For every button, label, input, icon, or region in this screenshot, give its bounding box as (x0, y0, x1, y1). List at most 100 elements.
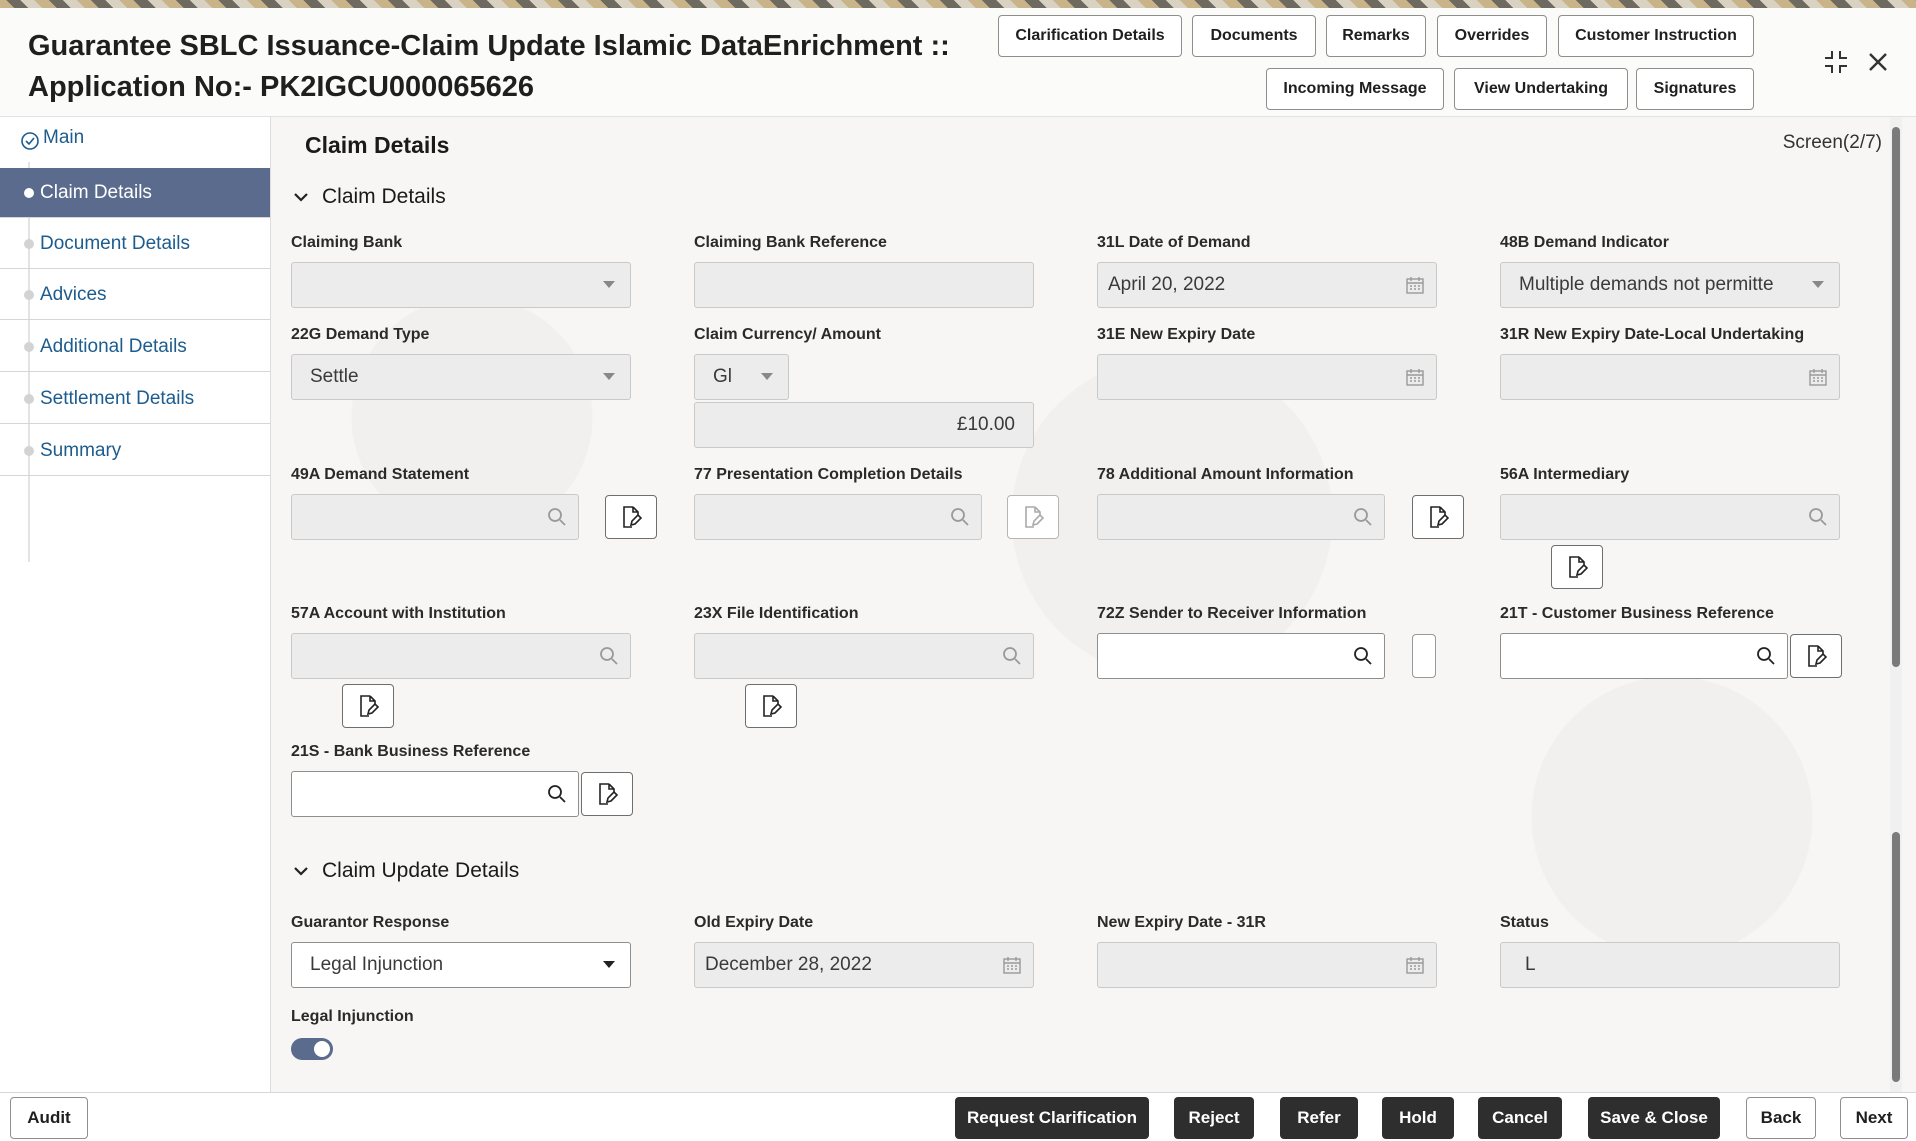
search-icon[interactable] (1807, 506, 1829, 528)
scrollbar-thumb-lower[interactable] (1892, 832, 1900, 1082)
caret-down-icon (598, 274, 620, 296)
field-value: April 20, 2022 (1108, 274, 1404, 296)
header: Guarantee SBLC Issuance-Claim Update Isl… (0, 8, 1916, 117)
overrides-button[interactable]: Overrides (1437, 15, 1547, 57)
new-expiry-date-31r-input[interactable] (1097, 942, 1437, 988)
caret-down-icon (598, 366, 620, 388)
edit-document-icon (1021, 505, 1045, 529)
old-expiry-date-input[interactable]: December 28, 2022 (694, 942, 1034, 988)
additional-amount-edit-button[interactable] (1412, 495, 1464, 539)
section-title: Claim Update Details (322, 859, 519, 883)
claiming-bank-reference-label: Claiming Bank Reference (694, 234, 887, 252)
calendar-icon[interactable] (1404, 366, 1426, 388)
refer-button[interactable]: Refer (1280, 1097, 1358, 1139)
calendar-icon[interactable] (1001, 954, 1023, 976)
claim-details-section-header[interactable]: Claim Details (292, 185, 446, 209)
scrollbar-thumb[interactable] (1892, 127, 1900, 667)
demand-statement-edit-button[interactable] (605, 495, 657, 539)
hold-button[interactable]: Hold (1382, 1097, 1454, 1139)
search-icon[interactable] (598, 645, 620, 667)
calendar-icon[interactable] (1404, 954, 1426, 976)
account-with-institution-edit-button[interactable] (342, 684, 394, 728)
claiming-bank-reference-input[interactable] (694, 262, 1034, 308)
search-icon[interactable] (1352, 506, 1374, 528)
search-icon[interactable] (1755, 645, 1777, 667)
search-icon[interactable] (546, 506, 568, 528)
search-icon[interactable] (546, 783, 568, 805)
step-dot (24, 290, 34, 300)
back-button[interactable]: Back (1746, 1097, 1816, 1139)
calendar-icon[interactable] (1807, 366, 1829, 388)
claim-update-details-section-header[interactable]: Claim Update Details (292, 859, 519, 883)
demand-type-select[interactable]: Settle (291, 354, 631, 400)
cancel-button[interactable]: Cancel (1478, 1097, 1562, 1139)
bank-business-ref-input[interactable] (291, 771, 579, 817)
guarantor-response-label: Guarantor Response (291, 914, 449, 932)
legal-injunction-toggle[interactable] (291, 1038, 333, 1060)
sender-to-receiver-input[interactable] (1097, 633, 1385, 679)
file-identification-edit-button[interactable] (745, 684, 797, 728)
customer-business-ref-input[interactable] (1500, 633, 1788, 679)
footer-action-bar: Audit Request Clarification Reject Refer… (0, 1092, 1916, 1141)
date-of-demand-label: 31L Date of Demand (1097, 234, 1251, 252)
intermediary-edit-button[interactable] (1551, 545, 1603, 589)
close-icon[interactable] (1864, 48, 1892, 76)
search-icon[interactable] (949, 506, 971, 528)
section-title: Claim Details (322, 185, 446, 209)
claiming-bank-select[interactable] (291, 262, 631, 308)
sidebar-item-additional-details[interactable]: Additional Details (0, 322, 270, 372)
sidebar-item-label: Claim Details (40, 182, 152, 204)
claiming-bank-label: Claiming Bank (291, 234, 402, 252)
intermediary-input[interactable] (1500, 494, 1840, 540)
edit-document-icon (1804, 644, 1828, 668)
signatures-button[interactable]: Signatures (1636, 68, 1754, 110)
claim-amount-input[interactable]: £10.00 (694, 402, 1034, 448)
demand-indicator-select[interactable]: Multiple demands not permitte (1500, 262, 1840, 308)
demand-statement-input[interactable] (291, 494, 579, 540)
sidebar-item-main[interactable]: Main (0, 117, 270, 167)
documents-button[interactable]: Documents (1192, 15, 1316, 57)
chevron-down-icon (292, 862, 310, 880)
additional-amount-input[interactable] (1097, 494, 1385, 540)
audit-button[interactable]: Audit (10, 1097, 88, 1139)
status-input[interactable]: L (1500, 942, 1840, 988)
incoming-message-button[interactable]: Incoming Message (1266, 68, 1444, 110)
top-decorative-band (0, 0, 1916, 8)
reject-button[interactable]: Reject (1174, 1097, 1254, 1139)
sender-to-receiver-edit-button[interactable] (1412, 634, 1436, 678)
step-dot (24, 342, 34, 352)
new-expiry-local-input[interactable] (1500, 354, 1840, 400)
request-clarification-button[interactable]: Request Clarification (955, 1097, 1149, 1139)
date-of-demand-input[interactable]: April 20, 2022 (1097, 262, 1437, 308)
search-icon[interactable] (1352, 645, 1374, 667)
new-expiry-date-input[interactable] (1097, 354, 1437, 400)
view-undertaking-button[interactable]: View Undertaking (1454, 68, 1628, 110)
edit-document-icon (759, 694, 783, 718)
calendar-icon[interactable] (1404, 274, 1426, 296)
claim-currency-select[interactable]: Gl (694, 354, 789, 400)
guarantor-response-select[interactable]: Legal Injunction (291, 942, 631, 988)
presentation-completion-edit-button[interactable] (1007, 495, 1059, 539)
file-identification-input[interactable] (694, 633, 1034, 679)
page-header-title: Guarantee SBLC Issuance-Claim Update Isl… (28, 26, 988, 108)
sidebar-item-summary[interactable]: Summary (0, 426, 270, 476)
remarks-button[interactable]: Remarks (1326, 15, 1426, 57)
sidebar-item-claim-details[interactable]: Claim Details (0, 168, 270, 218)
file-identification-label: 23X File Identification (694, 605, 858, 623)
minimize-icon[interactable] (1822, 48, 1850, 76)
sidebar-item-settlement-details[interactable]: Settlement Details (0, 374, 270, 424)
next-button[interactable]: Next (1840, 1097, 1908, 1139)
main-content: Claim Details Screen(2/7) Claim Details … (272, 117, 1902, 1092)
sidebar-item-document-details[interactable]: Document Details (0, 219, 270, 269)
account-with-institution-input[interactable] (291, 633, 631, 679)
customer-instruction-button[interactable]: Customer Instruction (1558, 15, 1754, 57)
clarification-details-button[interactable]: Clarification Details (998, 15, 1182, 57)
sidebar-item-advices[interactable]: Advices (0, 270, 270, 320)
bank-business-ref-edit-button[interactable] (581, 772, 633, 816)
page-title: Claim Details (305, 132, 449, 159)
save-close-button[interactable]: Save & Close (1588, 1097, 1720, 1139)
search-icon[interactable] (1001, 645, 1023, 667)
presentation-completion-input[interactable] (694, 494, 982, 540)
customer-business-ref-edit-button[interactable] (1790, 634, 1842, 678)
vertical-scrollbar[interactable] (1890, 117, 1902, 1092)
